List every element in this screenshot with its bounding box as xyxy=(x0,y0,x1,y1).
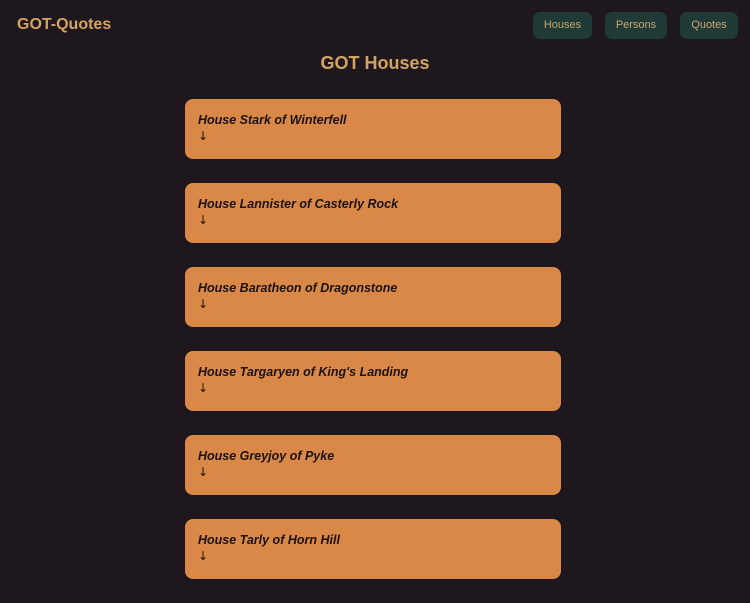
house-name: House Stark of Winterfell xyxy=(198,113,347,127)
house-name: House Lannister of Casterly Rock xyxy=(198,197,399,211)
arrow-down-icon[interactable]: ↓ xyxy=(198,380,548,396)
arrow-down-icon[interactable]: ↓ xyxy=(198,548,548,564)
house-card[interactable]: House Lannister of Casterly Rock ↓ xyxy=(185,183,561,243)
house-card[interactable]: House Stark of Winterfell ↓ xyxy=(185,99,561,159)
house-name: House Targaryen of King's Landing xyxy=(198,365,409,379)
house-card[interactable]: House Targaryen of King's Landing ↓ xyxy=(185,351,561,411)
house-name: House Baratheon of Dragonstone xyxy=(198,281,398,295)
navbar: GOT-Quotes Houses Persons Quotes xyxy=(0,0,750,52)
nav-houses-button[interactable]: Houses xyxy=(533,12,592,39)
arrow-down-icon[interactable]: ↓ xyxy=(198,464,548,480)
house-name: House Tarly of Horn Hill xyxy=(198,533,340,547)
arrow-down-icon[interactable]: ↓ xyxy=(198,128,548,144)
nav-persons-button[interactable]: Persons xyxy=(605,12,667,39)
house-name: House Greyjoy of Pyke xyxy=(198,449,335,463)
house-card[interactable]: House Tarly of Horn Hill ↓ xyxy=(185,519,561,579)
house-card[interactable]: House Baratheon of Dragonstone ↓ xyxy=(185,267,561,327)
arrow-down-icon[interactable]: ↓ xyxy=(198,212,548,228)
house-card[interactable]: House Greyjoy of Pyke ↓ xyxy=(185,435,561,495)
brand-logo[interactable]: GOT-Quotes xyxy=(17,16,111,34)
arrow-down-icon[interactable]: ↓ xyxy=(198,296,548,312)
house-list: House Stark of Winterfell ↓ House Lannis… xyxy=(185,99,561,603)
nav-quotes-button[interactable]: Quotes xyxy=(680,12,738,39)
page-title: GOT Houses xyxy=(320,53,430,73)
